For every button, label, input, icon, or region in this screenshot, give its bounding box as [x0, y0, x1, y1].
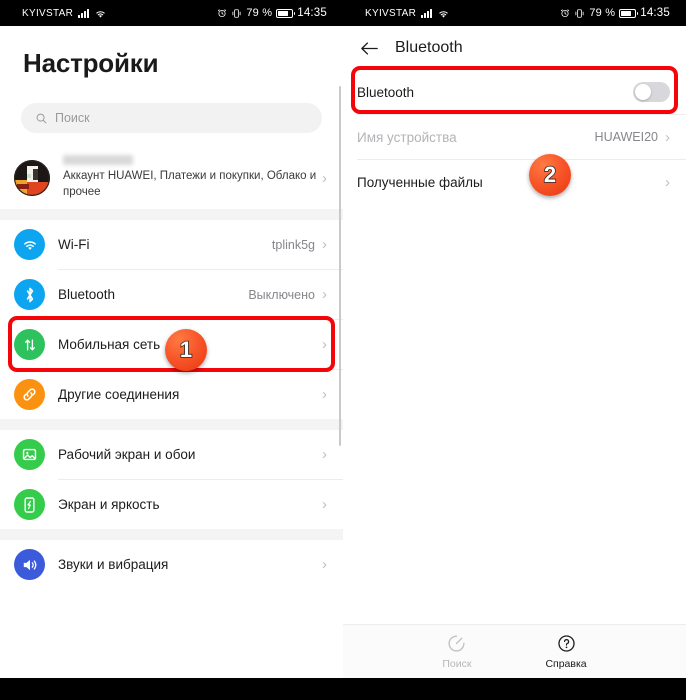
back-arrow-icon[interactable] — [359, 40, 380, 57]
vibrate-icon — [232, 8, 241, 18]
carrier-label: KYIVSTAR — [22, 7, 74, 19]
settings-row-value: tplink5g — [271, 237, 315, 252]
wifi-icon — [14, 229, 45, 260]
sound-group: Звуки и вибрация › — [0, 540, 343, 589]
settings-row-label: Wi-Fi — [58, 237, 90, 252]
search-placeholder: Поиск — [55, 111, 90, 125]
chevron-right-icon: › — [322, 386, 327, 403]
settings-row-wifi[interactable]: Wi-Fi tplink5g › — [0, 220, 343, 269]
chevron-right-icon: › — [322, 496, 327, 513]
display-group: Рабочий экран и обои › Экран и яркость › — [0, 430, 343, 529]
scrollbar[interactable] — [339, 86, 341, 446]
account-subtitle: Аккаунт HUAWEI, Платежи и покупки, Облак… — [63, 170, 317, 198]
account-name-masked — [63, 155, 133, 166]
sound-icon — [14, 549, 45, 580]
screenshot-stage: KYIVSTAR 79 % 14:35 Настройки Поиск Акка… — [0, 0, 686, 700]
signal-bars-icon — [78, 8, 90, 18]
settings-row-home-screen-wallpaper[interactable]: Рабочий экран и обои › — [0, 430, 343, 479]
settings-row-label: Другие соединения — [58, 387, 180, 402]
device-name-label: Имя устройства — [357, 129, 457, 145]
bluetooth-settings-group: Bluetooth Имя устройства HUAWEI20 › Полу… — [343, 70, 686, 204]
battery-icon — [276, 8, 296, 18]
chevron-right-icon: › — [322, 336, 327, 353]
bluetooth-toggle-label: Bluetooth — [357, 84, 415, 100]
group-separator — [0, 419, 343, 430]
display-brightness-icon — [14, 489, 45, 520]
bottom-bar-help-label: Справка — [545, 658, 587, 670]
settings-row-label: Экран и яркость — [58, 497, 160, 512]
scan-icon — [448, 635, 465, 652]
bluetooth-screen: Bluetooth Bluetooth Имя устройства HUAWE… — [343, 26, 686, 678]
app-bar: Bluetooth — [343, 26, 686, 70]
settings-row-label: Bluetooth — [58, 287, 116, 302]
battery-percent-label: 79 % — [589, 7, 616, 19]
carrier-label: KYIVSTAR — [365, 7, 417, 19]
search-icon — [36, 113, 47, 123]
settings-row-display-brightness[interactable]: Экран и яркость › — [0, 480, 343, 529]
account-group: Аккаунт HUAWEI, Платежи и покупки, Облак… — [0, 147, 343, 209]
bottom-bar-search-label: Поиск — [442, 658, 472, 670]
received-files-row[interactable]: Полученные файлы › — [343, 160, 686, 204]
bluetooth-icon — [14, 279, 45, 310]
chevron-right-icon: › — [665, 128, 670, 146]
received-files-label: Полученные файлы — [357, 174, 483, 190]
page-title: Настройки — [23, 48, 159, 78]
search-input[interactable]: Поиск — [21, 103, 322, 133]
bottom-bar: Поиск Справка — [343, 624, 686, 678]
app-bar-title: Bluetooth — [395, 39, 463, 56]
alarm-icon — [218, 9, 227, 18]
device-name-value: HUAWEI20 — [594, 130, 658, 144]
bluetooth-toggle-row[interactable]: Bluetooth — [343, 70, 686, 114]
wifi-icon — [439, 10, 448, 18]
step-badge-2: 2 — [529, 154, 571, 196]
bottom-bar-help[interactable]: Справка — [545, 633, 587, 670]
connectivity-group: Wi-Fi tplink5g › Bluetooth Выключено › М… — [0, 220, 343, 419]
battery-percent-label: 79 % — [246, 7, 273, 19]
battery-icon — [619, 8, 639, 18]
link-icon — [14, 379, 45, 410]
chevron-right-icon: › — [665, 173, 670, 191]
alarm-icon — [561, 9, 570, 18]
chevron-right-icon: › — [322, 556, 327, 573]
chevron-right-icon: › — [322, 169, 327, 187]
account-row[interactable]: Аккаунт HUAWEI, Платежи и покупки, Облак… — [0, 147, 343, 209]
device-name-row[interactable]: Имя устройства HUAWEI20 › — [343, 115, 686, 159]
status-bar-right: KYIVSTAR 79 % 14:35 — [343, 0, 686, 26]
mobile-network-icon — [14, 329, 45, 360]
settings-row-label: Звуки и вибрация — [58, 557, 169, 572]
bottom-bar-search[interactable]: Поиск — [442, 633, 471, 670]
settings-row-value: Выключено — [248, 287, 315, 302]
wallpaper-icon — [14, 439, 45, 470]
avatar — [14, 160, 50, 196]
settings-row-label: Рабочий экран и обои — [58, 447, 196, 462]
bluetooth-toggle[interactable] — [633, 82, 670, 102]
clock-label: 14:35 — [640, 7, 670, 19]
group-separator — [0, 529, 343, 540]
help-icon — [557, 635, 575, 652]
wifi-icon — [96, 10, 105, 18]
chevron-right-icon: › — [322, 286, 327, 303]
vibrate-icon — [575, 8, 584, 18]
step-badge-1: 1 — [165, 329, 207, 371]
group-separator — [0, 209, 343, 220]
settings-row-sounds-vibration[interactable]: Звуки и вибрация › — [0, 540, 343, 589]
right-phone-screen: KYIVSTAR 79 % 14:35 Bluetooth Bluetooth … — [343, 0, 686, 700]
left-phone-screen: KYIVSTAR 79 % 14:35 Настройки Поиск Акка… — [0, 0, 343, 700]
chevron-right-icon: › — [322, 236, 327, 253]
status-bar-left: KYIVSTAR 79 % 14:35 — [0, 0, 343, 26]
clock-label: 14:35 — [297, 7, 327, 19]
signal-bars-icon — [421, 8, 433, 18]
settings-row-other-connections[interactable]: Другие соединения › — [0, 370, 343, 419]
chevron-right-icon: › — [322, 446, 327, 463]
settings-row-bluetooth[interactable]: Bluetooth Выключено › — [0, 270, 343, 319]
settings-screen: Настройки Поиск Аккаунт HUAWEI, Платежи … — [0, 26, 343, 678]
